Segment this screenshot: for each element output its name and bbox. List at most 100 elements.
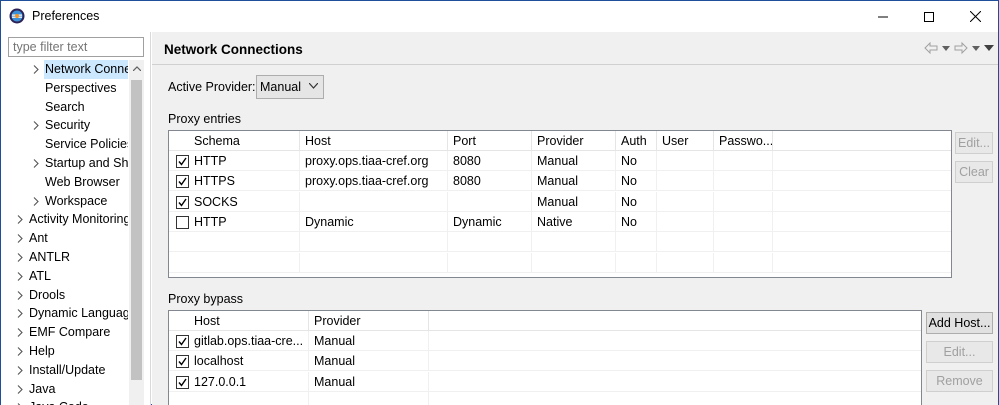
back-arrow-icon[interactable] [924,42,938,54]
table-cell [300,232,448,253]
column-header[interactable]: Passwo... [714,131,773,151]
tree-expander[interactable] [15,210,25,229]
tree-expander[interactable] [31,192,41,211]
column-header[interactable]: Provider [532,131,616,151]
table-row[interactable]: gitlab.ops.tiaa-cre... Manual [169,331,921,351]
forward-arrow-icon[interactable] [954,42,968,54]
tree-item[interactable]: Service Policies [1,135,128,154]
column-header[interactable]: Port [448,131,532,151]
table-row[interactable] [169,391,921,405]
tree-item[interactable]: Help [1,342,128,361]
tree-expander[interactable] [15,248,25,267]
row-checkbox[interactable] [176,155,189,168]
table-row[interactable]: 127.0.0.1 Manual [169,371,921,392]
tree-expander[interactable] [15,361,25,380]
table-header: Schema Host Port Provider Auth User Passwo... [169,131,951,151]
tree-item[interactable]: Search [1,98,128,117]
tree-item[interactable]: ATL [1,267,128,286]
proxy-bypass-table[interactable]: Host Provider gitlab.ops.tiaa-cre... Manual… [168,310,922,405]
filter-input[interactable] [8,37,144,57]
proxy-bypass-edit-button[interactable]: Edit... [926,341,993,363]
tree-item[interactable]: Dynamic Languag [1,304,128,323]
proxy-entries-table[interactable]: Schema Host Port Provider Auth User Passwo... H… [168,130,952,278]
back-dropdown-icon[interactable] [942,45,950,51]
proxy-entries-label: Proxy entries [168,112,241,126]
table-cell: proxy.ops.tiaa-cref.org [300,151,448,171]
row-checkbox[interactable] [176,175,189,189]
row-checkbox[interactable] [176,375,189,389]
tree-item[interactable]: Startup and Shu [1,154,128,173]
table-row[interactable]: HTTPS proxy.ops.tiaa-cref.org 8080 Manual No [169,171,951,192]
proxy-bypass-remove-button[interactable]: Remove [926,370,993,392]
table-cell: proxy.ops.tiaa-cref.org [300,171,448,192]
proxy-entries-edit-button[interactable]: Edit... [955,132,993,154]
add-host-button[interactable]: Add Host... [926,312,993,334]
tree-item[interactable]: Ant [1,229,128,248]
close-icon [969,11,981,22]
tree-scrollbar[interactable] [129,60,144,405]
preferences-window: Preferences Network ConnePerspectives Sea… [0,0,999,405]
tree-item[interactable]: Web Browser [1,173,128,192]
column-header[interactable]: User [657,131,714,151]
table-cell: localhost [169,351,309,372]
tree-item[interactable]: ANTLR [1,248,128,267]
table-row[interactable] [169,252,951,273]
column-header[interactable]: Auth [616,131,657,151]
row-checkbox[interactable] [176,335,189,348]
scroll-up-arrow-icon[interactable] [129,60,144,77]
preferences-tree: Network Conne Perspectives Search Security S… [1,60,128,405]
tree-expander[interactable] [15,304,25,323]
tree-expander[interactable] [31,60,41,79]
scrollbar-thumb[interactable] [131,80,142,380]
column-header[interactable]: Provider [309,311,429,331]
tree-expander[interactable] [15,342,25,361]
column-header[interactable]: Host [169,311,309,331]
row-checkbox[interactable] [176,355,189,369]
table-cell: Dynamic [300,211,448,232]
active-provider-select[interactable]: Manual [256,75,324,99]
table-row[interactable] [169,232,951,253]
column-header[interactable]: Host [300,131,448,151]
tree-item[interactable]: Drools [1,286,128,305]
close-button[interactable] [952,1,998,32]
tree-expander[interactable] [15,267,25,286]
tree-item[interactable]: Install/Update [1,361,128,380]
tree-item[interactable]: Java Code [1,398,128,405]
proxy-entries-clear-button[interactable]: Clear [955,161,993,183]
table-row[interactable]: HTTP Dynamic Dynamic Native No [169,211,951,232]
table-cell [169,391,309,405]
table-cell: No [616,191,657,212]
forward-dropdown-icon[interactable] [972,45,980,51]
tree-expander[interactable] [15,398,25,405]
tree-expander[interactable] [15,380,25,399]
tree-expander[interactable] [15,323,25,342]
page-nav [924,40,994,56]
tree-item[interactable]: Java [1,380,128,399]
tree-item[interactable]: Perspectives [1,79,128,98]
tree-item[interactable]: Activity Monitoring [1,210,128,229]
table-row[interactable]: SOCKS Manual No [169,191,951,212]
table-cell [657,252,714,273]
maximize-button[interactable] [906,1,952,32]
table-row[interactable]: localhost Manual [169,351,921,372]
tree-item[interactable]: EMF Compare [1,323,128,342]
view-menu-icon[interactable] [984,45,994,51]
active-provider-value: Manual [260,80,301,94]
column-header[interactable]: Schema [169,131,300,151]
row-checkbox[interactable] [176,215,189,229]
minimize-button[interactable] [860,1,906,32]
table-cell [657,171,714,192]
tree-expander[interactable] [31,154,41,173]
chevron-right-icon [33,65,39,74]
tree-item[interactable]: Security [1,116,128,135]
row-checkbox[interactable] [176,195,189,209]
tree-expander[interactable] [31,116,41,135]
tree-expander[interactable] [15,286,25,305]
chevron-right-icon [17,253,23,262]
maximize-icon [924,11,934,22]
chevron-right-icon [17,271,23,281]
tree-expander[interactable] [15,229,25,248]
tree-item[interactable]: Workspace [1,192,128,211]
table-row[interactable]: HTTP proxy.ops.tiaa-cref.org 8080 Manual No [169,151,951,171]
tree-item[interactable]: Network Conne [1,60,128,79]
